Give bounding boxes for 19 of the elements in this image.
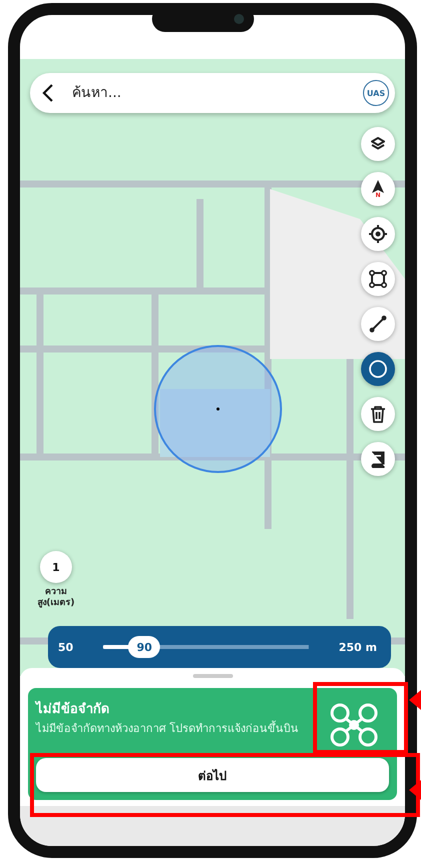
radius-slider[interactable]: 90	[103, 636, 309, 658]
altitude-label: ความสูง(เมตร)	[36, 587, 76, 609]
uas-logo: UAS	[363, 80, 389, 106]
slider-thumb[interactable]: 90	[128, 636, 160, 658]
square-nodes-icon	[368, 269, 388, 289]
next-button[interactable]: ต่อไป	[36, 758, 389, 792]
max-radius-label: 250 m	[338, 640, 377, 654]
layers-icon	[370, 136, 386, 152]
zone-description: ไม่มีข้อจำกัดทางห้วงอากาศ โปรดทำการแจ้งก่อนขึ้นบิน	[36, 721, 300, 736]
circle-icon	[368, 359, 388, 379]
trash-icon	[370, 405, 386, 423]
annotation-arrow-icon	[409, 690, 421, 710]
north-arrow-icon	[372, 180, 384, 192]
target-icon	[368, 224, 388, 244]
annotation-arrow-icon	[409, 780, 421, 800]
zone-title: ไม่มีข้อจำกัด	[36, 700, 110, 719]
sheet-handle[interactable]	[192, 674, 232, 678]
line-nodes-icon	[368, 314, 388, 334]
min-radius-label: 50	[58, 640, 74, 654]
